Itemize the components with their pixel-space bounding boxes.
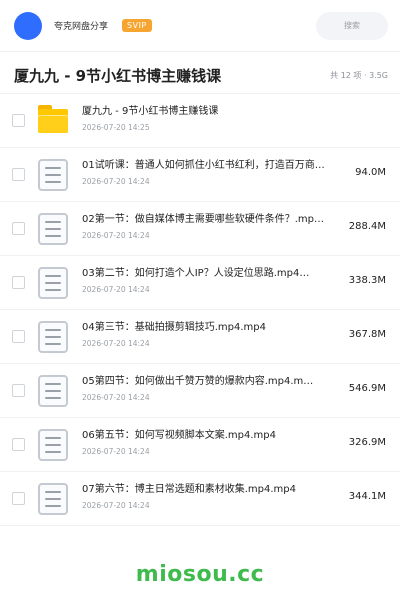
file-date: 2026-07-20 14:24 [82, 501, 150, 510]
list-item-folder[interactable]: 厦九九 - 9节小红书博主赚钱课 2026-07-20 14:25 [0, 94, 400, 148]
file-name: 01试听课：普通人如何抓住小红书红利，打造百万商业… [82, 160, 328, 171]
select-checkbox[interactable] [12, 222, 25, 235]
file-name: 厦九九 - 9节小红书博主赚钱课 [82, 106, 219, 117]
select-checkbox[interactable] [12, 492, 25, 505]
file-size: 367.8M [348, 329, 386, 340]
top-bar: 夸克网盘分享 SVIP 搜索 [0, 0, 400, 52]
document-icon [38, 374, 68, 407]
file-name: 06第五节：如何写视频脚本文案.mp4.mp4 [82, 430, 276, 441]
list-item[interactable]: 01试听课：普通人如何抓住小红书红利，打造百万商业… 2026-07-20 14… [0, 148, 400, 202]
file-date: 2026-07-20 14:25 [82, 123, 150, 132]
file-name: 05第四节：如何做出千赞万赞的爆款内容.mp4.m… [82, 376, 314, 387]
file-date: 2026-07-20 14:24 [82, 177, 150, 186]
file-name: 04第三节：基础拍摄剪辑技巧.mp4.mp4 [82, 322, 266, 333]
watermark-text: miosou.cc [135, 562, 265, 587]
file-name: 02第一节：做自媒体博主需要哪些软硬件条件？.mp… [82, 214, 324, 225]
list-item[interactable]: 06第五节：如何写视频脚本文案.mp4.mp4 2026-07-20 14:24… [0, 418, 400, 472]
select-checkbox[interactable] [12, 114, 25, 127]
file-name: 07第六节：博主日常选题和素材收集.mp4.mp4 [82, 484, 296, 495]
select-checkbox[interactable] [12, 330, 25, 343]
page-title: 厦九九 - 9节小红书博主赚钱课 [14, 67, 222, 85]
document-icon [38, 158, 68, 191]
file-name: 03第二节：如何打造个人IP？人设定位思路.mp4… [82, 268, 310, 279]
file-date: 2026-07-20 14:24 [82, 231, 150, 240]
folder-icon [38, 104, 68, 137]
brand-name: 夸克网盘分享 [54, 22, 109, 32]
file-list: 厦九九 - 9节小红书博主赚钱课 2026-07-20 14:25 01试听课：… [0, 94, 400, 526]
file-size: 344.1M [348, 491, 386, 502]
select-checkbox[interactable] [12, 276, 25, 289]
avatar[interactable] [14, 11, 42, 40]
list-item[interactable]: 02第一节：做自媒体博主需要哪些软硬件条件？.mp… 2026-07-20 14… [0, 202, 400, 256]
share-title-row: 厦九九 - 9节小红书博主赚钱课 共 12 项 · 3.5G [0, 58, 400, 94]
file-date: 2026-07-20 14:24 [82, 393, 150, 402]
select-checkbox[interactable] [12, 168, 25, 181]
file-size: 94.0M [355, 167, 386, 178]
document-icon [38, 428, 68, 461]
search-button[interactable]: 搜索 [316, 11, 388, 40]
share-page: 夸克网盘分享 SVIP 搜索 厦九九 - 9节小红书博主赚钱课 共 12 项 ·… [0, 0, 400, 600]
share-meta: 共 12 项 · 3.5G [330, 71, 388, 80]
select-checkbox[interactable] [12, 384, 25, 397]
file-size: 338.3M [348, 275, 386, 286]
list-item[interactable]: 05第四节：如何做出千赞万赞的爆款内容.mp4.m… 2026-07-20 14… [0, 364, 400, 418]
file-size: 326.9M [348, 437, 386, 448]
document-icon [38, 212, 68, 245]
list-item[interactable]: 04第三节：基础拍摄剪辑技巧.mp4.mp4 2026-07-20 14:24 … [0, 310, 400, 364]
file-date: 2026-07-20 14:24 [82, 447, 150, 456]
list-item[interactable]: 03第二节：如何打造个人IP？人设定位思路.mp4… 2026-07-20 14… [0, 256, 400, 310]
file-size: 546.9M [348, 383, 386, 394]
file-size: 288.4M [348, 221, 386, 232]
document-icon [38, 482, 68, 515]
list-item[interactable]: 07第六节：博主日常选题和素材收集.mp4.mp4 2026-07-20 14:… [0, 472, 400, 526]
select-checkbox[interactable] [12, 438, 25, 451]
document-icon [38, 320, 68, 353]
document-icon [38, 266, 68, 299]
svip-badge: SVIP [122, 19, 152, 32]
file-date: 2026-07-20 14:24 [82, 285, 150, 294]
file-date: 2026-07-20 14:24 [82, 339, 150, 348]
